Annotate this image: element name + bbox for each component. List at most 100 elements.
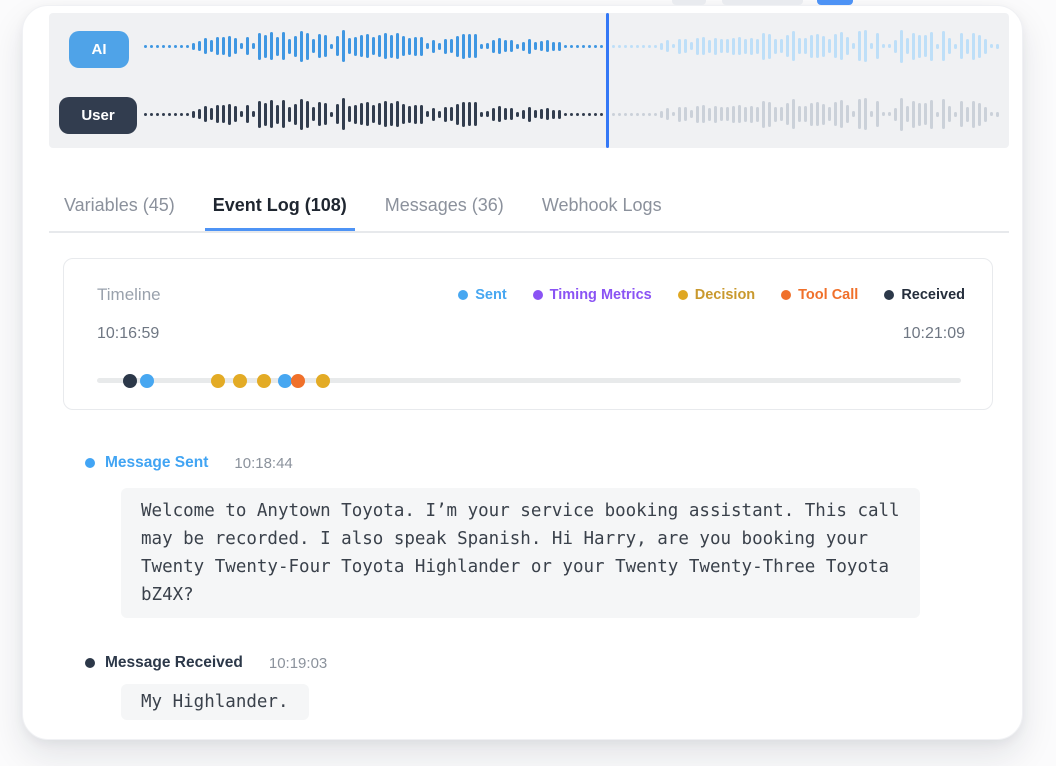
call-detail-card: AI User Variables (45) Event Log (108) M… xyxy=(22,5,1023,740)
waveform-bar xyxy=(450,39,453,53)
waveform-bar xyxy=(978,103,981,126)
waveform-bar xyxy=(816,102,819,126)
waveform-bar xyxy=(768,102,771,127)
playback-position-indicator[interactable] xyxy=(606,13,609,148)
waveform-bar xyxy=(630,113,633,116)
waveform-bar xyxy=(414,105,417,124)
waveform-bar xyxy=(324,103,327,125)
timeline-marker-sent[interactable] xyxy=(140,374,154,388)
waveform-bar xyxy=(918,103,921,126)
waveform-bar xyxy=(594,113,597,116)
waveform-bar xyxy=(798,38,801,54)
waveform-bar xyxy=(756,107,759,122)
event-timestamp: 10:19:03 xyxy=(269,655,327,672)
tab-webhook-logs[interactable]: Webhook Logs xyxy=(534,187,670,231)
waveform-bar xyxy=(594,45,597,48)
waveform-bar xyxy=(546,40,549,52)
waveform-bar xyxy=(744,107,747,122)
waveform-bar xyxy=(630,45,633,48)
waveform-bar xyxy=(684,107,687,121)
ai-speaker-badge: AI xyxy=(69,31,129,68)
legend-label: Received xyxy=(901,287,965,303)
waveform-bar xyxy=(732,106,735,123)
waveform-bar xyxy=(690,110,693,118)
waveform-bar xyxy=(162,113,165,116)
message-sent-dot-icon xyxy=(85,458,95,468)
timeline-marker-decision[interactable] xyxy=(316,374,330,388)
waveform-bar xyxy=(960,101,963,127)
waveform-bar xyxy=(738,105,741,123)
waveform-bar xyxy=(642,113,645,116)
tab-messages[interactable]: Messages (36) xyxy=(377,187,512,231)
waveform-bar xyxy=(906,106,909,122)
waveform-bar xyxy=(348,106,351,122)
waveform-bar xyxy=(294,104,297,125)
legend-label: Timing Metrics xyxy=(550,287,652,303)
waveform-bar xyxy=(612,113,615,116)
timeline-marker-decision[interactable] xyxy=(233,374,247,388)
event-log-entry[interactable]: Message Sent 10:18:44 Welcome to Anytown… xyxy=(85,453,920,618)
waveform-bar xyxy=(876,33,879,59)
timeline-marker-decision[interactable] xyxy=(257,374,271,388)
message-text: My Highlander. xyxy=(121,684,309,720)
waveform-bar xyxy=(636,45,639,48)
legend-label: Sent xyxy=(475,287,506,303)
waveform-bar xyxy=(516,112,519,117)
waveform-bar xyxy=(270,32,273,60)
timeline-track[interactable] xyxy=(97,378,961,383)
waveform-bar xyxy=(354,105,357,124)
tab-event-log[interactable]: Event Log (108) xyxy=(205,187,355,231)
waveform-bar xyxy=(156,113,159,116)
timeline-legend: Sent Timing Metrics Decision Tool Call R… xyxy=(458,287,965,303)
waveform-bar xyxy=(294,36,297,57)
waveform-bar xyxy=(402,104,405,124)
waveform-bar xyxy=(984,39,987,54)
waveform-bar xyxy=(984,107,987,122)
timeline-marker-decision[interactable] xyxy=(211,374,225,388)
waveform-bar xyxy=(582,113,585,116)
waveform-bar xyxy=(390,103,393,126)
waveform-bar xyxy=(780,39,783,53)
ai-waveform[interactable] xyxy=(144,26,999,66)
user-waveform[interactable] xyxy=(144,94,999,134)
waveform-bar xyxy=(258,101,261,128)
waveform-bar xyxy=(882,112,885,116)
waveform-bar xyxy=(570,113,573,116)
waveform-bar xyxy=(462,34,465,59)
tab-variables[interactable]: Variables (45) xyxy=(56,187,183,231)
tab-event-log-label: Event Log (108) xyxy=(213,195,347,215)
waveform-bar xyxy=(192,43,195,50)
waveform-bar xyxy=(996,112,999,117)
cutoff-button-1[interactable] xyxy=(672,0,706,5)
waveform-bar xyxy=(654,45,657,48)
timeline-marker-received[interactable] xyxy=(123,374,137,388)
waveform-bar xyxy=(732,38,735,55)
waveform-bar xyxy=(234,38,237,54)
timeline-marker-tool-call[interactable] xyxy=(291,374,305,388)
waveform-bar xyxy=(858,31,861,61)
waveform-bar xyxy=(702,37,705,55)
waveform-bar xyxy=(900,98,903,131)
timeline-marker-sent[interactable] xyxy=(278,374,292,388)
legend-item-received: Received xyxy=(884,287,965,303)
waveform-bar xyxy=(966,107,969,122)
waveform-bar xyxy=(618,45,621,48)
event-type-label: Message Received xyxy=(105,654,243,672)
waveform-bar xyxy=(906,38,909,54)
waveform-bar xyxy=(450,107,453,121)
waveform-bar xyxy=(336,36,339,56)
waveform-bar xyxy=(468,102,471,126)
waveform-bar xyxy=(474,34,477,58)
waveform-bar xyxy=(834,102,837,126)
waveform-bar xyxy=(378,103,381,125)
cutoff-button-2[interactable] xyxy=(722,0,803,5)
waveform-bar xyxy=(948,106,951,122)
waveform-bar xyxy=(612,45,615,48)
timing-metrics-dot-icon xyxy=(533,290,543,300)
timeline-panel: Timeline Sent Timing Metrics Decision To… xyxy=(63,258,993,410)
waveform-bar xyxy=(216,37,219,55)
event-log-entry[interactable]: Message Received 10:19:03 My Highlander. xyxy=(85,653,327,720)
cutoff-button-active[interactable] xyxy=(817,0,853,5)
waveform-bar xyxy=(552,110,555,119)
event-type-label: Message Sent xyxy=(105,454,208,472)
